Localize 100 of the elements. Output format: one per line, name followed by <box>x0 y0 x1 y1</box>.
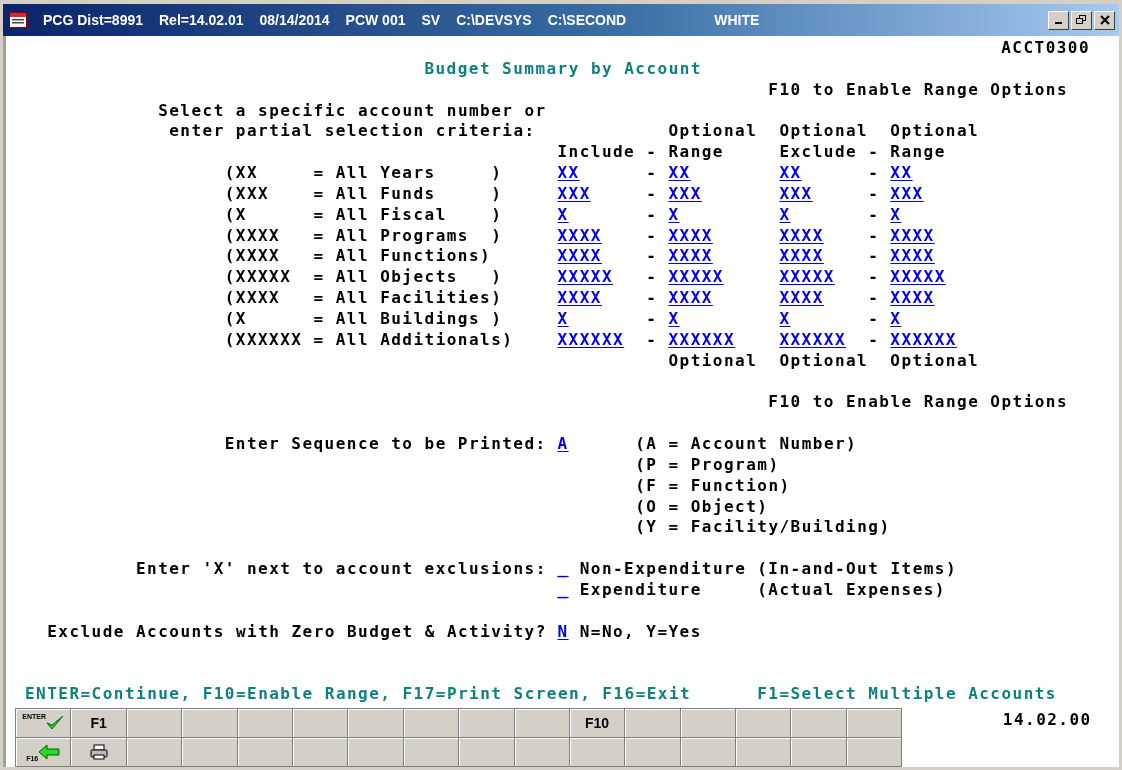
range-field[interactable]: XXXXXX <box>668 329 735 351</box>
include-field[interactable]: XXXXXX <box>557 329 625 351</box>
blank-key[interactable] <box>348 738 404 767</box>
title-text: 08/14/2014 <box>259 12 330 28</box>
exclusion-field[interactable]: _ <box>557 579 569 601</box>
blank-key[interactable] <box>459 709 515 738</box>
column-header: Optional <box>890 121 980 143</box>
option-text: (Y = Facility/Building) <box>635 517 891 539</box>
blank-key[interactable] <box>680 709 737 738</box>
range-field[interactable]: XXXX <box>890 225 935 247</box>
exclude-field[interactable]: X <box>779 308 791 330</box>
blank-key[interactable] <box>846 709 903 738</box>
exclusion-field[interactable]: _ <box>557 559 569 580</box>
exclude-field[interactable]: X <box>779 204 791 226</box>
option-text: (O = Object) <box>635 496 769 518</box>
exclude-field[interactable]: XXXXXX <box>779 329 846 351</box>
criteria-legend: (X = All Fiscal ) <box>224 204 503 226</box>
include-field[interactable]: XXXX <box>557 288 602 309</box>
zero-budget-field[interactable]: N <box>557 621 569 643</box>
exclusion-note: (Actual Expenses) <box>757 579 946 601</box>
blank-key[interactable] <box>292 709 349 738</box>
column-header: Exclude <box>779 142 858 164</box>
function-key[interactable]: F10 <box>569 709 626 738</box>
blank-key[interactable] <box>403 709 460 738</box>
criteria-legend: (X = All Buildings ) <box>224 308 503 330</box>
minimize-button[interactable] <box>1048 10 1069 30</box>
range-field[interactable]: XX <box>890 163 913 184</box>
blank-key[interactable] <box>459 738 515 767</box>
exclude-field[interactable]: XXXX <box>779 246 824 268</box>
blank-key[interactable] <box>237 738 293 767</box>
blank-key[interactable] <box>791 738 847 767</box>
include-field[interactable]: XXXX <box>557 246 602 268</box>
title-text: PCG Dist=8991 <box>43 12 143 28</box>
dash: - <box>868 225 880 247</box>
exclusion-note: (In-and-Out Items) <box>757 559 957 580</box>
exclude-field[interactable]: XXXXX <box>779 267 835 289</box>
include-field[interactable]: X <box>557 204 569 226</box>
blank-key[interactable] <box>846 738 903 767</box>
blank-key[interactable] <box>182 709 238 738</box>
exclude-field[interactable]: XXXX <box>779 225 824 247</box>
blank-key[interactable] <box>348 709 404 738</box>
range-field[interactable]: XXXX <box>890 288 935 309</box>
range-field[interactable]: X <box>668 204 680 226</box>
blank-key[interactable] <box>514 709 570 738</box>
dash: - <box>646 183 658 205</box>
exclusion-label: Non-Expenditure <box>579 559 747 580</box>
blank-key[interactable] <box>292 738 349 767</box>
dash: - <box>868 288 880 309</box>
dash: - <box>868 142 880 164</box>
blank-key[interactable] <box>182 738 238 767</box>
restore-button[interactable] <box>1071 10 1092 30</box>
blank-key[interactable] <box>736 709 792 738</box>
blank-key[interactable] <box>126 709 183 738</box>
sequence-field[interactable]: A <box>557 434 569 455</box>
range-field[interactable]: XXX <box>668 183 702 205</box>
range-field[interactable]: XXXX <box>668 225 713 247</box>
include-field[interactable]: XXXXX <box>557 267 613 289</box>
range-field[interactable]: X <box>890 204 902 226</box>
title-text: PCW 001 <box>345 12 406 28</box>
blank-key[interactable] <box>625 709 681 738</box>
include-field[interactable]: XXX <box>557 183 591 205</box>
blank-key[interactable] <box>126 738 183 767</box>
range-field[interactable]: XXXX <box>890 246 935 268</box>
blank-key[interactable] <box>403 738 460 767</box>
range-field[interactable]: XX <box>668 163 691 184</box>
range-field[interactable]: XXXX <box>668 288 713 309</box>
blank-key[interactable] <box>514 738 570 767</box>
blank-key[interactable] <box>237 709 293 738</box>
range-field[interactable]: XXX <box>890 183 924 205</box>
range-field[interactable]: XXXXXX <box>890 329 957 351</box>
title-text: C:\DEVSYS <box>456 12 532 28</box>
blank-key[interactable] <box>680 738 737 767</box>
range-hint: F10 to Enable Range Options <box>768 392 1068 414</box>
dash: - <box>646 225 658 247</box>
blank-key[interactable] <box>569 738 626 767</box>
screen-title: Budget Summary by Account <box>424 58 702 80</box>
close-button[interactable] <box>1094 10 1115 30</box>
include-field[interactable]: XX <box>557 163 580 184</box>
blank-key[interactable] <box>791 709 847 738</box>
exclude-field[interactable]: XXXX <box>779 288 824 309</box>
range-field[interactable]: XXXX <box>668 246 713 268</box>
blank-key[interactable] <box>736 738 792 767</box>
criteria-legend: (XXXXX = All Objects ) <box>224 267 503 289</box>
range-field[interactable]: X <box>668 308 680 330</box>
screen-id: ACCT0300 <box>1001 38 1092 59</box>
include-field[interactable]: X <box>557 308 569 330</box>
print-key[interactable] <box>71 738 127 767</box>
criteria-legend: (XXXX = All Facilities) <box>224 288 503 309</box>
option-text: (A = Account Number) <box>635 434 858 455</box>
range-field[interactable]: X <box>890 308 902 330</box>
column-footer: Optional <box>668 350 758 372</box>
title-text: Rel=14.02.01 <box>159 12 244 28</box>
include-field[interactable]: XXXX <box>557 225 602 247</box>
dash: - <box>868 204 880 226</box>
exclude-field[interactable]: XX <box>779 163 802 184</box>
range-field[interactable]: XXXXX <box>668 267 724 289</box>
function-key[interactable]: F1 <box>71 709 127 738</box>
range-field[interactable]: XXXXX <box>890 267 946 289</box>
blank-key[interactable] <box>625 738 681 767</box>
exclude-field[interactable]: XXX <box>779 183 813 205</box>
